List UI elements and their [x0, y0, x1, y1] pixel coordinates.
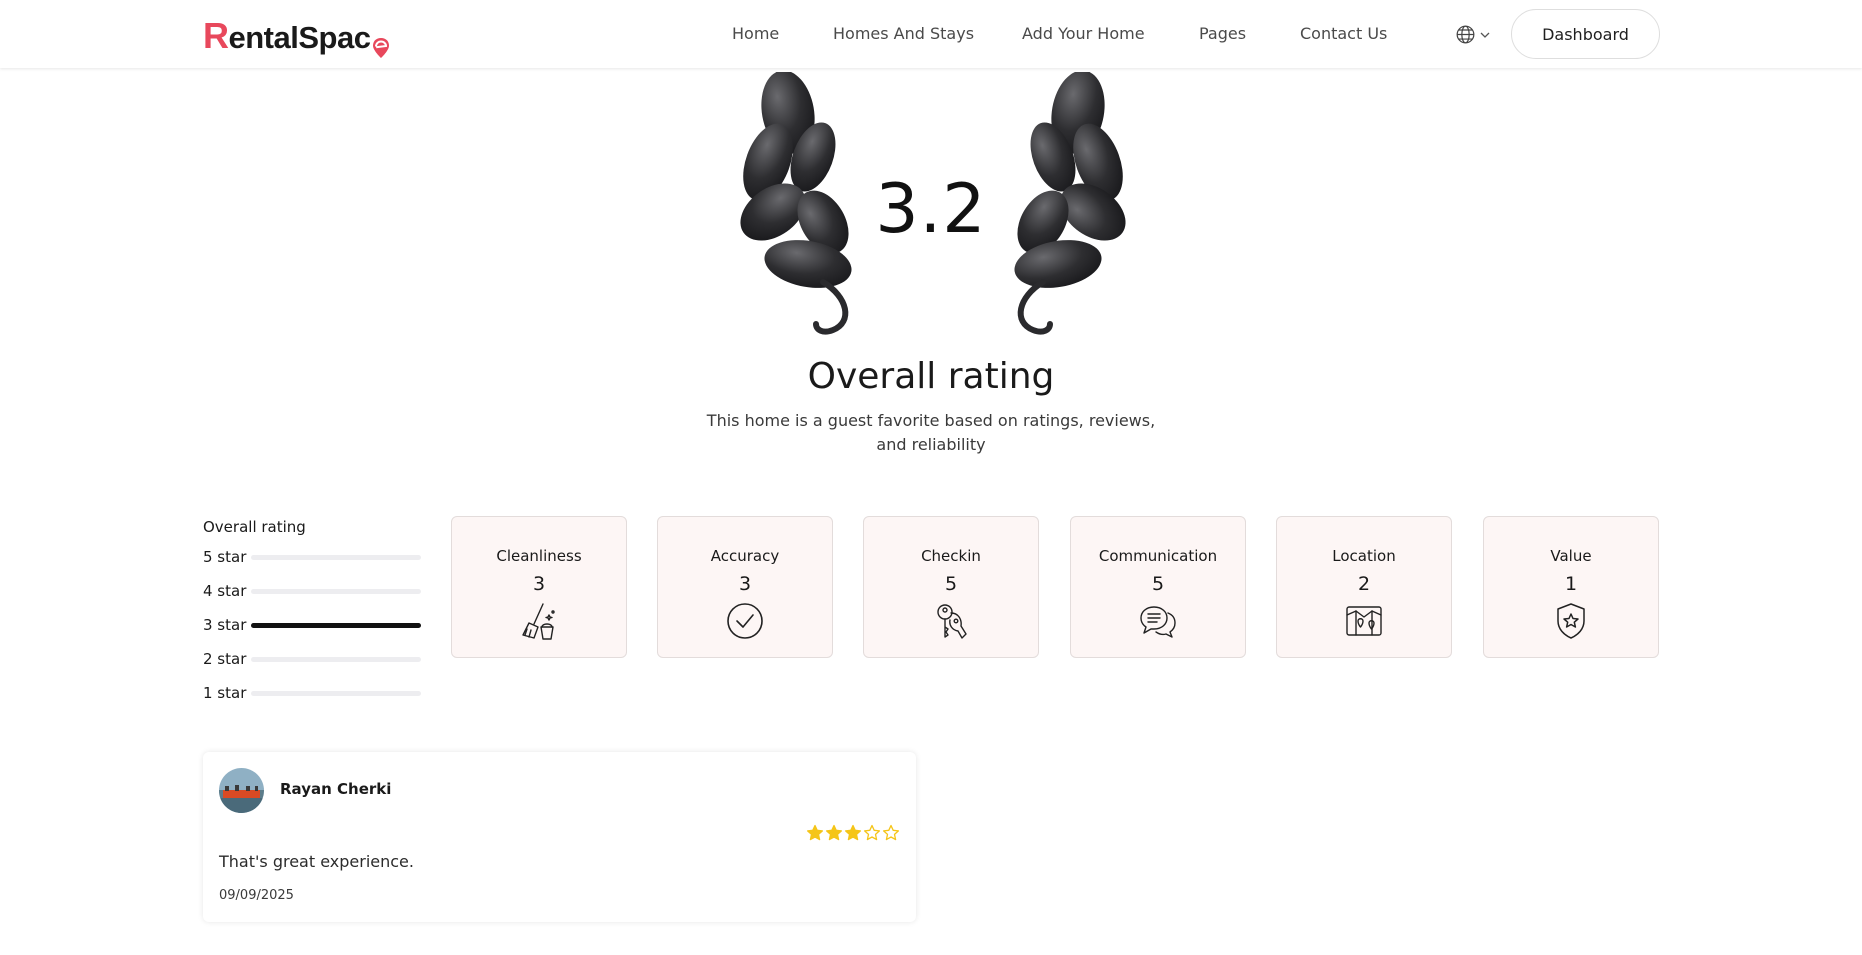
overall-score: 3.2: [875, 170, 987, 249]
nav-pages[interactable]: Pages: [1199, 24, 1246, 43]
star-row-label: 4 star: [203, 582, 247, 600]
nav-home[interactable]: Home: [732, 24, 779, 43]
category-name: Communication: [1098, 547, 1218, 565]
review-stars: [806, 824, 900, 842]
shield-star-icon: [1557, 603, 1585, 639]
review-text: That's great experience.: [219, 852, 414, 871]
rating-bar: [251, 656, 421, 662]
map-icon: [1346, 606, 1382, 636]
star-filled-icon: [806, 824, 824, 841]
rating-bar: [251, 588, 421, 594]
star-row-label: 3 star: [203, 616, 247, 634]
broom-icon: [522, 603, 555, 640]
star-row: 3 star: [203, 608, 423, 642]
category-name: Value: [1550, 547, 1592, 565]
category-value: 1: [1564, 573, 1578, 595]
avatar: [219, 768, 264, 813]
star-row: 1 star: [203, 676, 423, 710]
star-filled-icon: [844, 824, 862, 841]
category-value: 2: [1357, 573, 1371, 595]
rentalspace-logo[interactable]: R entalSpac: [203, 14, 391, 58]
category-card-communication: Communication 5: [1070, 516, 1246, 658]
check-circle-icon: [727, 603, 763, 639]
chat-bubbles-icon: [1140, 606, 1176, 638]
nav-add-your-home[interactable]: Add Your Home: [1022, 24, 1145, 43]
star-outline-icon: [863, 824, 881, 841]
overall-rating-heading: Overall rating: [807, 356, 1055, 397]
category-name: Location: [1332, 547, 1396, 565]
language-selector[interactable]: [1455, 24, 1491, 45]
logo-text: entalSpac: [228, 20, 371, 55]
keys-icon: [937, 604, 967, 639]
rating-bar-fill: [251, 622, 421, 628]
star-row-label: 1 star: [203, 684, 247, 702]
rating-bar: [251, 622, 421, 628]
category-card-value: Value 1: [1483, 516, 1659, 658]
category-value: 3: [532, 573, 546, 595]
top-navbar: R entalSpac Home Homes And Stays Add You…: [0, 0, 1862, 68]
category-card-location: Location 2: [1276, 516, 1452, 658]
rating-bar: [251, 690, 421, 696]
category-value: 5: [944, 573, 958, 595]
logo-initial: R: [203, 15, 229, 56]
nav-contact-us[interactable]: Contact Us: [1300, 24, 1387, 43]
star-row-label: 5 star: [203, 548, 247, 566]
category-card-accuracy: Accuracy 3: [657, 516, 833, 658]
reviewer-name: Rayan Cherki: [280, 780, 392, 798]
globe-icon: [1456, 25, 1475, 44]
review-date: 09/09/2025: [219, 888, 294, 903]
category-card-cleanliness: Cleanliness 3: [451, 516, 627, 658]
star-outline-icon: [882, 824, 900, 841]
overall-rating-subtitle: This home is a guest favorite based on r…: [706, 411, 1156, 454]
rating-bar: [251, 554, 421, 560]
category-value: 5: [1151, 573, 1165, 595]
chevron-down-icon: [1480, 32, 1490, 38]
category-value: 3: [738, 573, 752, 595]
dashboard-button[interactable]: Dashboard: [1511, 9, 1660, 59]
star-row-label: 2 star: [203, 650, 247, 668]
star-row: 5 star: [203, 540, 423, 574]
review-card: Rayan Cherki That's great experience. 09…: [203, 752, 916, 922]
star-row: 4 star: [203, 574, 423, 608]
category-name: Accuracy: [710, 547, 780, 565]
rating-breakdown: Overall rating 5 star 4 star 3 star 2 star 1…: [203, 518, 423, 710]
category-name: Checkin: [921, 547, 981, 565]
category-name: Cleanliness: [496, 547, 582, 565]
category-card-checkin: Checkin 5: [863, 516, 1039, 658]
breakdown-title: Overall rating: [203, 518, 306, 536]
location-pin-icon: [373, 38, 390, 58]
star-row: 2 star: [203, 642, 423, 676]
star-filled-icon: [825, 824, 843, 841]
nav-homes-and-stays[interactable]: Homes And Stays: [833, 24, 974, 43]
